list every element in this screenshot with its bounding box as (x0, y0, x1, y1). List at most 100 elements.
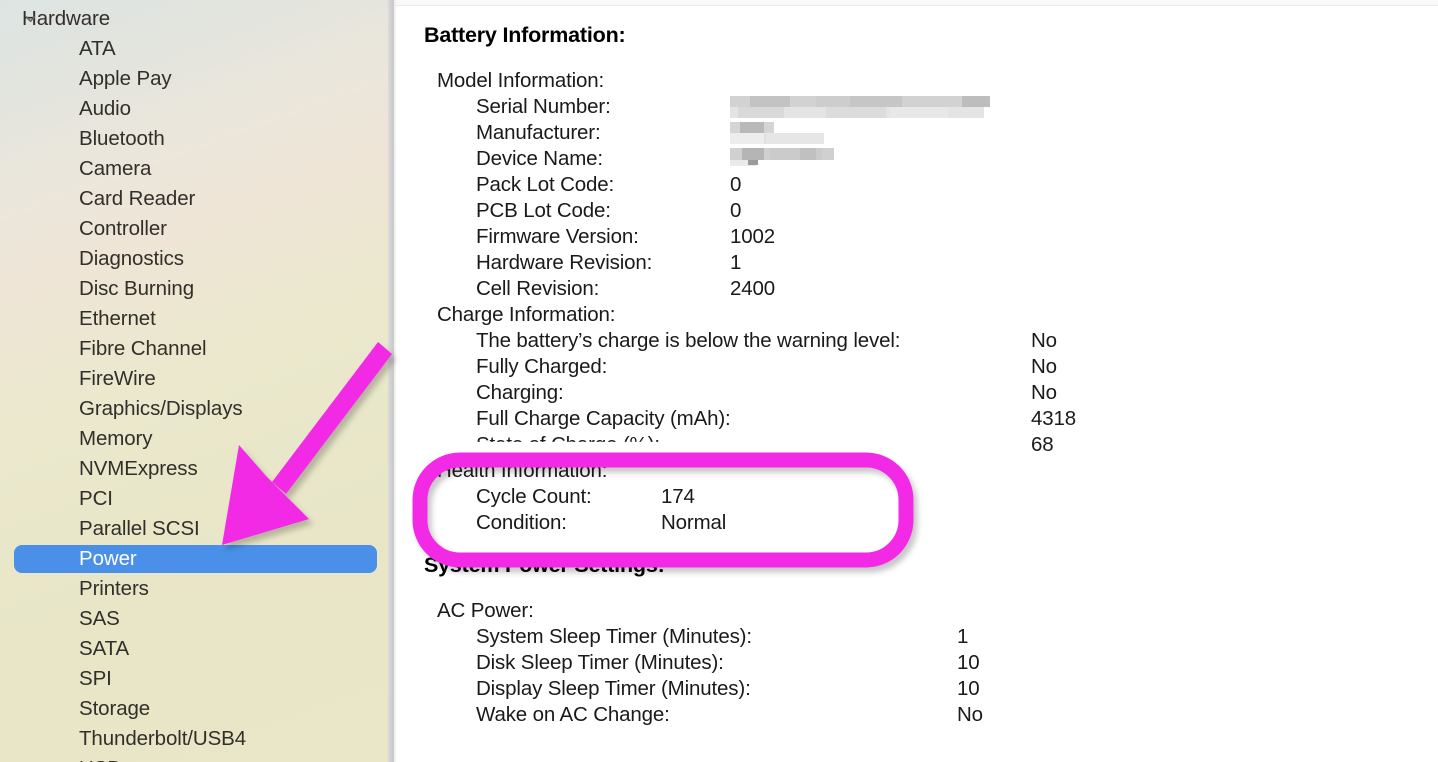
sidebar-item-ata[interactable]: ATA (0, 34, 394, 64)
sidebar-item-label: Card Reader (79, 187, 196, 210)
info-row: PCB Lot Code: 0 (394, 198, 1438, 224)
sidebar: Hardware ATA Apple Pay Audio Bluetooth Camera… (0, 0, 394, 762)
sidebar-item-label: ATA (79, 37, 116, 60)
sidebar-item-audio[interactable]: Audio (0, 94, 394, 124)
sidebar-item-label: Bluetooth (79, 127, 165, 150)
info-row: Display Sleep Timer (Minutes): 10 (394, 676, 1438, 702)
sidebar-item-bluetooth[interactable]: Bluetooth (0, 124, 394, 154)
info-row-key: Fully Charged: (476, 355, 608, 378)
sidebar-item-apple-pay[interactable]: Apple Pay (0, 64, 394, 94)
sidebar-item-diagnostics[interactable]: Diagnostics (0, 244, 394, 274)
sidebar-item-label: PCI (79, 487, 113, 510)
sidebar-item-power[interactable]: Power (0, 544, 394, 574)
sidebar-item-label: Ethernet (79, 307, 156, 330)
info-row-value: No (1031, 355, 1057, 378)
battery-information-heading: Battery Information: (424, 23, 626, 47)
info-row: State of Charge (%): 68 (394, 432, 1438, 458)
info-row: Disk Sleep Timer (Minutes): 10 (394, 650, 1438, 676)
health-information-rows: Cycle Count: 174 Condition: Normal (394, 484, 1438, 536)
health-information-heading: Health Information: (437, 459, 608, 482)
ac-power-heading-row: AC Power: (394, 598, 1438, 624)
system-power-settings-heading: System Power Settings: (424, 553, 665, 577)
system-information-window: Hardware ATA Apple Pay Audio Bluetooth Camera… (0, 0, 1438, 762)
sidebar-list: Hardware ATA Apple Pay Audio Bluetooth Camera… (0, 0, 394, 762)
info-row-key: Cell Revision: (476, 277, 600, 300)
power-report: Battery Information: Model Information: … (394, 0, 1438, 728)
sidebar-item-memory[interactable]: Memory (0, 424, 394, 454)
info-row: Charging: No (394, 380, 1438, 406)
sidebar-item-pci[interactable]: PCI (0, 484, 394, 514)
sidebar-group-hardware[interactable]: Hardware (0, 4, 394, 34)
info-row: Fully Charged: No (394, 354, 1438, 380)
info-row-value: 10 (957, 651, 980, 674)
health-information-heading-row: Health Information: (394, 458, 1438, 484)
detail-pane: Battery Information: Model Information: … (394, 0, 1438, 762)
sidebar-item-label: Controller (79, 217, 167, 240)
sidebar-item-graphics-displays[interactable]: Graphics/Displays (0, 394, 394, 424)
info-row-value: 1 (957, 625, 969, 648)
sidebar-item-label: FireWire (79, 367, 156, 390)
sidebar-item-usb[interactable]: USB (0, 754, 394, 762)
info-row-value: 0 (730, 199, 742, 222)
sidebar-item-printers[interactable]: Printers (0, 574, 394, 604)
sidebar-item-label: Disc Burning (79, 277, 195, 300)
sidebar-item-nvmexpress[interactable]: NVMExpress (0, 454, 394, 484)
info-row-key: State of Charge (%): (476, 433, 660, 456)
model-information-rows: Serial Number: Manufacturer: Device Name: P… (394, 94, 1438, 302)
info-row-key: Manufacturer: (476, 121, 601, 144)
sidebar-item-storage[interactable]: Storage (0, 694, 394, 724)
sidebar-item-label: SPI (79, 667, 112, 690)
info-row-value: 1 (730, 251, 742, 274)
sidebar-item-label: USB (79, 757, 121, 762)
info-row-value: No (1031, 381, 1057, 404)
info-row-value: 68 (1031, 433, 1054, 456)
info-row: Condition: Normal (394, 510, 1438, 536)
sidebar-item-spi[interactable]: SPI (0, 664, 394, 694)
sidebar-item-label: Parallel SCSI (79, 517, 200, 540)
info-row-value: 4318 (1031, 407, 1077, 430)
sidebar-item-label: Memory (79, 427, 153, 450)
info-row-key: Disk Sleep Timer (Minutes): (476, 651, 724, 674)
info-row-key: The battery’s charge is below the warnin… (476, 329, 901, 352)
sidebar-item-thunderbolt-usb4[interactable]: Thunderbolt/USB4 (0, 724, 394, 754)
sidebar-item-camera[interactable]: Camera (0, 154, 394, 184)
info-row-key: Device Name: (476, 147, 603, 170)
redacted-value (730, 148, 834, 166)
chevron-down-icon[interactable] (24, 13, 37, 26)
charge-information-heading: Charge Information: (437, 303, 616, 326)
sidebar-item-card-reader[interactable]: Card Reader (0, 184, 394, 214)
info-row: Hardware Revision: 1 (394, 250, 1438, 276)
sidebar-item-label: Fibre Channel (79, 337, 207, 360)
sidebar-item-fibre-channel[interactable]: Fibre Channel (0, 334, 394, 364)
sidebar-item-label: Thunderbolt/USB4 (79, 727, 247, 750)
info-row-key: Firmware Version: (476, 225, 639, 248)
info-row: Pack Lot Code: 0 (394, 172, 1438, 198)
info-row: Full Charge Capacity (mAh): 4318 (394, 406, 1438, 432)
info-row-key: System Sleep Timer (Minutes): (476, 625, 752, 648)
info-row-key: PCB Lot Code: (476, 199, 611, 222)
sidebar-item-controller[interactable]: Controller (0, 214, 394, 244)
info-row: Wake on AC Change: No (394, 702, 1438, 728)
info-row-value: 1002 (730, 225, 776, 248)
info-row: Cell Revision: 2400 (394, 276, 1438, 302)
info-row-key: Wake on AC Change: (476, 703, 670, 726)
info-row-value: 2400 (730, 277, 776, 300)
sidebar-item-sas[interactable]: SAS (0, 604, 394, 634)
info-row-key: Condition: (476, 511, 567, 534)
sidebar-item-disc-burning[interactable]: Disc Burning (0, 274, 394, 304)
sidebar-item-ethernet[interactable]: Ethernet (0, 304, 394, 334)
info-row-value: No (1031, 329, 1057, 352)
sidebar-item-label: NVMExpress (79, 457, 198, 480)
ac-power-heading: AC Power: (437, 599, 534, 622)
sidebar-item-label: Storage (79, 697, 151, 720)
model-information-heading: Model Information: (437, 69, 605, 92)
sidebar-item-label: Printers (79, 577, 149, 600)
sidebar-item-firewire[interactable]: FireWire (0, 364, 394, 394)
info-row-value: 174 (661, 485, 695, 508)
info-row: Device Name: (394, 146, 1438, 172)
sidebar-item-label: Graphics/Displays (79, 397, 243, 420)
redacted-value (730, 96, 990, 118)
sidebar-item-parallel-scsi[interactable]: Parallel SCSI (0, 514, 394, 544)
sidebar-item-sata[interactable]: SATA (0, 634, 394, 664)
info-row-key: Full Charge Capacity (mAh): (476, 407, 731, 430)
